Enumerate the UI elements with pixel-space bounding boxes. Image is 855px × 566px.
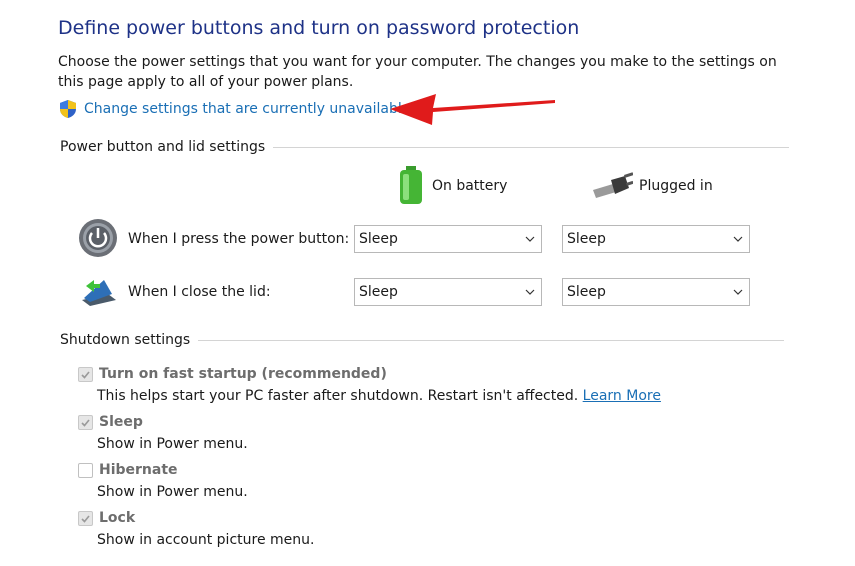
hibernate-option[interactable]: Hibernate (78, 462, 178, 478)
power-button-row-label: When I press the power button: (128, 231, 350, 247)
hibernate-description: Show in Power menu. (97, 484, 248, 500)
lid-row-label: When I close the lid: (128, 284, 271, 300)
sleep-option[interactable]: Sleep (78, 414, 143, 430)
checkmark-icon (81, 370, 90, 379)
shutdown-section-header: Shutdown settings (60, 332, 785, 348)
sleep-description: Show in Power menu. (97, 436, 248, 452)
page-description: Choose the power settings that you want … (58, 54, 777, 90)
lock-description: Show in account picture menu. (97, 532, 315, 548)
chevron-down-icon (525, 236, 535, 242)
fast-startup-option[interactable]: Turn on fast startup (recommended) (78, 366, 387, 382)
hibernate-checkbox[interactable] (78, 462, 93, 478)
power-button-icon (79, 219, 117, 257)
fast-startup-desc-text: This helps start your PC faster after sh… (97, 388, 579, 404)
hibernate-label: Hibernate (99, 462, 178, 478)
fast-startup-label: Turn on fast startup (recommended) (99, 366, 387, 382)
red-arrow-annotation (390, 94, 555, 125)
lid-battery-select[interactable]: Sleep (354, 278, 542, 306)
checkmark-icon (81, 418, 90, 427)
fast-startup-checkbox[interactable] (78, 366, 93, 382)
power-button-plugged-value: Sleep (567, 231, 606, 247)
chevron-down-icon (733, 236, 743, 242)
sleep-checkbox[interactable] (78, 414, 93, 430)
power-plug-icon (593, 172, 633, 198)
power-button-battery-value: Sleep (359, 231, 398, 247)
lid-battery-value: Sleep (359, 284, 398, 300)
lock-option[interactable]: Lock (78, 510, 135, 526)
column-on-battery-label: On battery (432, 178, 508, 194)
lock-checkbox[interactable] (78, 510, 93, 526)
column-plugged-in-label: Plugged in (639, 178, 713, 194)
power-button-plugged-select[interactable]: Sleep (562, 225, 750, 253)
chevron-down-icon (525, 289, 535, 295)
sleep-label: Sleep (99, 414, 143, 430)
change-settings-link-text[interactable]: Change settings that are currently unava… (84, 101, 410, 117)
lid-plugged-select[interactable]: Sleep (562, 278, 750, 306)
fast-startup-description: This helps start your PC faster after sh… (97, 388, 661, 404)
chevron-down-icon (733, 289, 743, 295)
page-title: Define power buttons and turn on passwor… (58, 17, 580, 39)
divider (198, 339, 785, 341)
battery-icon (400, 166, 422, 204)
power-button-battery-select[interactable]: Sleep (354, 225, 542, 253)
power-section-header: Power button and lid settings (60, 139, 790, 155)
divider (273, 146, 790, 148)
lock-label: Lock (99, 510, 136, 526)
power-section-label: Power button and lid settings (60, 139, 266, 155)
column-on-battery: On battery (396, 166, 507, 206)
shutdown-section-label: Shutdown settings (60, 332, 191, 348)
learn-more-link[interactable]: Learn More (583, 388, 661, 404)
checkmark-icon (81, 514, 90, 523)
lid-plugged-value: Sleep (567, 284, 606, 300)
change-settings-link[interactable]: Change settings that are currently unava… (58, 99, 410, 119)
uac-shield-icon (60, 100, 76, 118)
laptop-lid-icon (82, 280, 116, 306)
column-plugged-in: Plugged in (591, 166, 713, 206)
